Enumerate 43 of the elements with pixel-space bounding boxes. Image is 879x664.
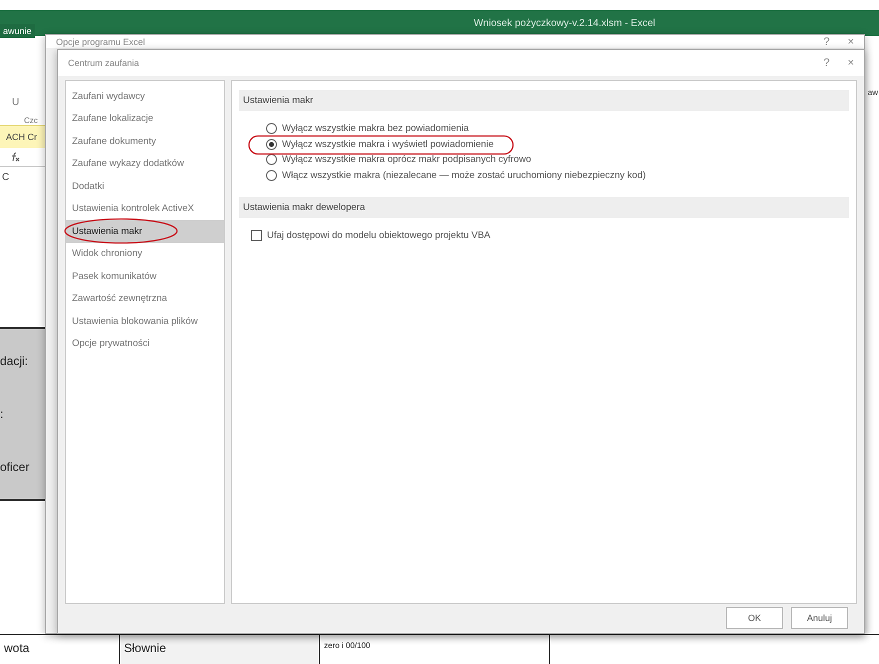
ribbon-tab[interactable]: awunie — [0, 24, 35, 38]
dialog-title: Opcje programu Excel — [56, 36, 146, 46]
underline-button[interactable]: U — [12, 96, 20, 108]
function-icon[interactable] — [10, 152, 20, 162]
dialog-title: Centrum zaufania — [68, 58, 140, 68]
category-item[interactable]: Zaufane dokumenty — [66, 130, 224, 152]
group-label: Czc — [24, 116, 38, 125]
category-item[interactable]: Dodatki — [66, 175, 224, 198]
category-item[interactable]: Zawartość zewnętrzna — [66, 288, 224, 310]
table-cell: Słownie — [120, 635, 320, 664]
column-label: C — [2, 172, 10, 183]
radio-button[interactable] — [266, 170, 277, 181]
option-label: Ufaj dostępowi do modelu obiektowego projektu VBA — [267, 230, 490, 242]
category-item[interactable]: Ustawienia blokowania plików — [66, 310, 224, 332]
category-item[interactable]: Zaufane wykazy dodatków — [66, 152, 224, 175]
close-button[interactable]: × — [848, 57, 854, 69]
category-item[interactable]: Opcje prywatności — [66, 332, 224, 355]
radio-button[interactable] — [266, 154, 277, 166]
section-heading: Ustawienia makr dewelopera — [239, 197, 849, 218]
option-label: Wyłącz wszystkie makra oprócz makr podpisanych cyfrowo — [282, 154, 532, 166]
help-button[interactable]: ? — [823, 57, 830, 69]
option-label: Wyłącz wszystkie makra i wyświetl powiadomienie — [282, 138, 494, 150]
sheet-label: dacji: — [0, 354, 30, 368]
sheet-label: : — [0, 406, 4, 421]
radio-button[interactable] — [266, 138, 277, 150]
window-title: Wniosek pożyczkowy-v.2.14.xlsm - Excel — [474, 18, 656, 28]
section-heading: Ustawienia makr — [239, 90, 849, 111]
option-label: Wyłącz wszystkie makra bez powiadomienia — [282, 123, 469, 134]
close-button[interactable]: × — [848, 36, 854, 48]
help-button[interactable]: ? — [823, 36, 830, 48]
sheet-label: oficer — [0, 460, 30, 474]
category-item[interactable]: Zaufani wydawcy — [66, 85, 224, 108]
category-item[interactable]: Ustawienia kontrolek ActiveX — [66, 198, 224, 220]
category-item[interactable]: Ustawienia makr — [66, 220, 224, 242]
checkbox[interactable] — [251, 230, 262, 242]
option-label: Włącz wszystkie makra (niezalecane — może zostać uruchomiony niebezpieczny kod) — [282, 170, 646, 181]
radio-button[interactable] — [266, 123, 277, 134]
ribbon-text: aw — [868, 88, 878, 97]
category-item[interactable]: Zaufane lokalizacje — [66, 108, 224, 130]
ok-button[interactable]: OK — [726, 607, 783, 629]
category-item[interactable]: Pasek komunikatów — [66, 265, 224, 288]
cancel-button[interactable]: Anuluj — [791, 607, 848, 629]
category-item[interactable]: Widok chroniony — [66, 242, 224, 265]
